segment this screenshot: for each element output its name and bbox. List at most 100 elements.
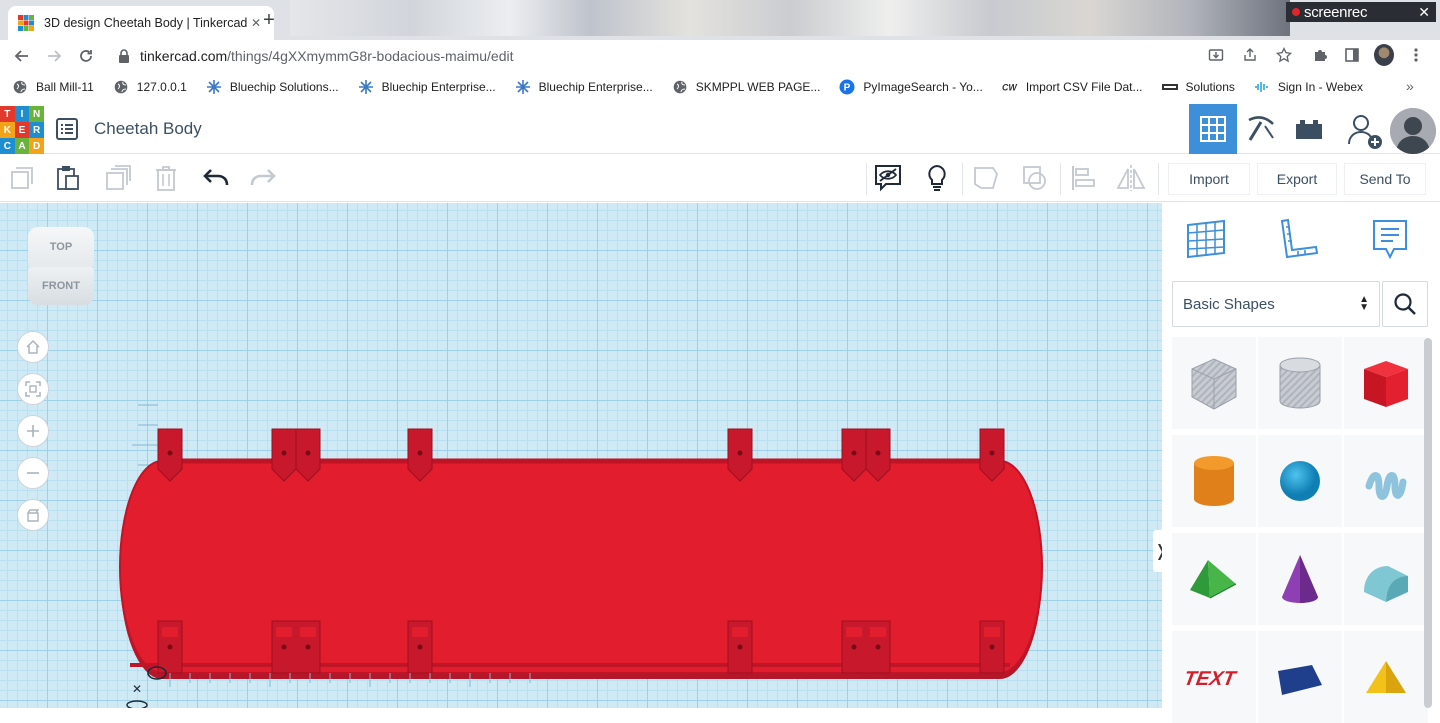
send-to-button[interactable]: Send To xyxy=(1344,163,1426,195)
url-path: /things/4gXXmymmG8r-bodacious-maimu/edit xyxy=(227,48,514,64)
shape-cylinder-striped[interactable] xyxy=(1258,337,1342,429)
notes-icon[interactable] xyxy=(1368,217,1412,261)
toolbar-divider xyxy=(962,163,963,195)
back-arrow-icon[interactable] xyxy=(8,42,36,70)
ungroup-icon[interactable] xyxy=(1020,163,1050,193)
undo-icon[interactable] xyxy=(201,163,231,193)
browser-tab-strip: 3D design Cheetah Body | Tinkercad ✕ + s… xyxy=(0,0,1440,40)
select-arrows-icon: ▲ ▼ xyxy=(1359,294,1369,313)
mirror-icon[interactable] xyxy=(1116,163,1146,193)
shape-pyramid[interactable] xyxy=(1344,631,1428,723)
bookmark-label: Solutions xyxy=(1185,80,1235,94)
shapes-scrollbar[interactable] xyxy=(1424,338,1432,708)
lock-icon xyxy=(119,49,129,63)
logo-letter: K xyxy=(0,122,15,138)
address-bar[interactable]: tinkercad.com/things/4gXXmymmG8r-bodacio… xyxy=(104,43,1304,69)
shape-roof[interactable] xyxy=(1172,533,1256,625)
shape-sphere[interactable] xyxy=(1258,435,1342,527)
ruler-icon[interactable] xyxy=(1276,217,1320,261)
user-avatar[interactable] xyxy=(1390,108,1436,154)
url-text: tinkercad.com/things/4gXXmymmG8r-bodacio… xyxy=(140,48,514,64)
svg-text:CW: CW xyxy=(1002,83,1018,93)
bookmark-item[interactable]: Bluechip Enterprise... xyxy=(515,79,653,95)
shape-round-roof[interactable] xyxy=(1344,533,1428,625)
record-dot-icon xyxy=(1292,8,1300,16)
add-user-icon[interactable] xyxy=(1344,112,1384,150)
shape-library-select[interactable]: Basic Shapes ▲ ▼ xyxy=(1172,281,1380,327)
codeblocks-pickaxe-icon[interactable] xyxy=(1237,104,1285,154)
bookmark-item[interactable]: 127.0.0.1 xyxy=(113,79,187,95)
logo-letter: D xyxy=(29,138,44,154)
shape-cylinder[interactable] xyxy=(1172,435,1256,527)
bricks-icon[interactable] xyxy=(1285,104,1333,154)
screenrec-close-icon[interactable]: ✕ xyxy=(1418,4,1430,21)
hide-notes-icon[interactable] xyxy=(873,163,903,193)
ruler-close-icon[interactable]: ✕ xyxy=(132,682,142,696)
bookmark-item[interactable]: CW Import CSV File Dat... xyxy=(1002,79,1143,95)
design-list-icon[interactable] xyxy=(56,118,78,140)
workplane-grid-icon[interactable] xyxy=(1184,217,1228,261)
shape-box-striped[interactable] xyxy=(1172,337,1256,429)
svg-text:P: P xyxy=(844,83,851,94)
bookmark-label: Bluechip Enterprise... xyxy=(538,80,653,94)
window-background xyxy=(290,0,1290,36)
shape-cone[interactable] xyxy=(1258,533,1342,625)
shape-search-icon[interactable] xyxy=(1382,281,1428,327)
copy-icon[interactable] xyxy=(7,163,37,193)
import-button[interactable]: Import xyxy=(1168,163,1250,195)
reload-icon[interactable] xyxy=(72,42,100,70)
bookmarks-overflow-icon[interactable]: » xyxy=(1406,78,1414,94)
bookmark-star-icon[interactable] xyxy=(1274,45,1294,65)
bookmark-label: Import CSV File Dat... xyxy=(1025,80,1143,94)
globe-icon xyxy=(113,79,129,95)
bookmark-item[interactable]: P PyImageSearch - Yo... xyxy=(839,79,983,95)
side-panel-icon[interactable] xyxy=(1342,45,1362,65)
install-app-icon[interactable] xyxy=(1206,45,1226,65)
extensions-puzzle-icon[interactable] xyxy=(1310,45,1330,65)
solutions-icon xyxy=(1161,79,1178,95)
browser-tab[interactable]: 3D design Cheetah Body | Tinkercad ✕ xyxy=(8,6,274,40)
shape-box[interactable] xyxy=(1344,337,1428,429)
profile-avatar[interactable] xyxy=(1374,44,1394,66)
browser-menu-icon[interactable] xyxy=(1406,45,1426,65)
bookmark-label: Sign In - Webex xyxy=(1277,80,1364,94)
logo-letter: E xyxy=(14,122,30,138)
bookmark-item[interactable]: Sign In - Webex xyxy=(1254,79,1363,95)
bookmark-label: PyImageSearch - Yo... xyxy=(863,80,983,94)
bluechip-icon xyxy=(206,79,222,95)
paste-icon[interactable] xyxy=(53,163,83,193)
export-button[interactable]: Export xyxy=(1257,163,1337,195)
lightbulb-icon[interactable] xyxy=(922,163,952,193)
bookmark-item[interactable]: Bluechip Enterprise... xyxy=(358,79,496,95)
workplane[interactable]: TOP FRONT ✕ xyxy=(0,203,1162,708)
align-icon[interactable] xyxy=(1068,163,1098,193)
bookmark-item[interactable]: Ball Mill-11 xyxy=(12,79,94,95)
forward-arrow-icon[interactable] xyxy=(40,42,68,70)
delete-trash-icon[interactable] xyxy=(151,163,181,193)
bookmark-label: Bluechip Solutions... xyxy=(229,80,339,94)
design-title[interactable]: Cheetah Body xyxy=(94,119,202,139)
bookmark-item[interactable]: Bluechip Solutions... xyxy=(206,79,339,95)
bookmark-item[interactable]: Solutions xyxy=(1161,79,1235,95)
shape-text[interactable]: TEXT xyxy=(1172,631,1256,723)
3d-design-grid-icon[interactable] xyxy=(1189,104,1237,154)
logo-letter: A xyxy=(14,138,30,154)
share-icon[interactable] xyxy=(1240,45,1260,65)
shape-wedge[interactable] xyxy=(1258,631,1342,723)
tinkercad-header: T I N K E R C A D Cheetah Body xyxy=(0,104,1440,154)
3d-model-scene[interactable]: ✕ xyxy=(0,203,1162,708)
tab-title: 3D design Cheetah Body | Tinkercad xyxy=(44,16,248,30)
bookmark-label: 127.0.0.1 xyxy=(136,80,187,94)
group-icon[interactable] xyxy=(971,163,1001,193)
duplicate-icon[interactable] xyxy=(103,163,133,193)
redo-icon[interactable] xyxy=(248,163,278,193)
browser-toolbar: tinkercad.com/things/4gXXmymmG8r-bodacio… xyxy=(0,40,1440,72)
bookmark-item[interactable]: SKMPPL WEB PAGE... xyxy=(672,79,820,95)
globe-icon xyxy=(672,79,688,95)
tinkercad-logo[interactable]: T I N K E R C A D xyxy=(0,106,44,154)
toolbar-divider xyxy=(866,163,867,195)
logo-letter: N xyxy=(29,106,44,122)
shape-scribble[interactable] xyxy=(1344,435,1428,527)
new-tab-icon[interactable]: + xyxy=(258,9,280,31)
logo-letter: I xyxy=(14,106,30,122)
